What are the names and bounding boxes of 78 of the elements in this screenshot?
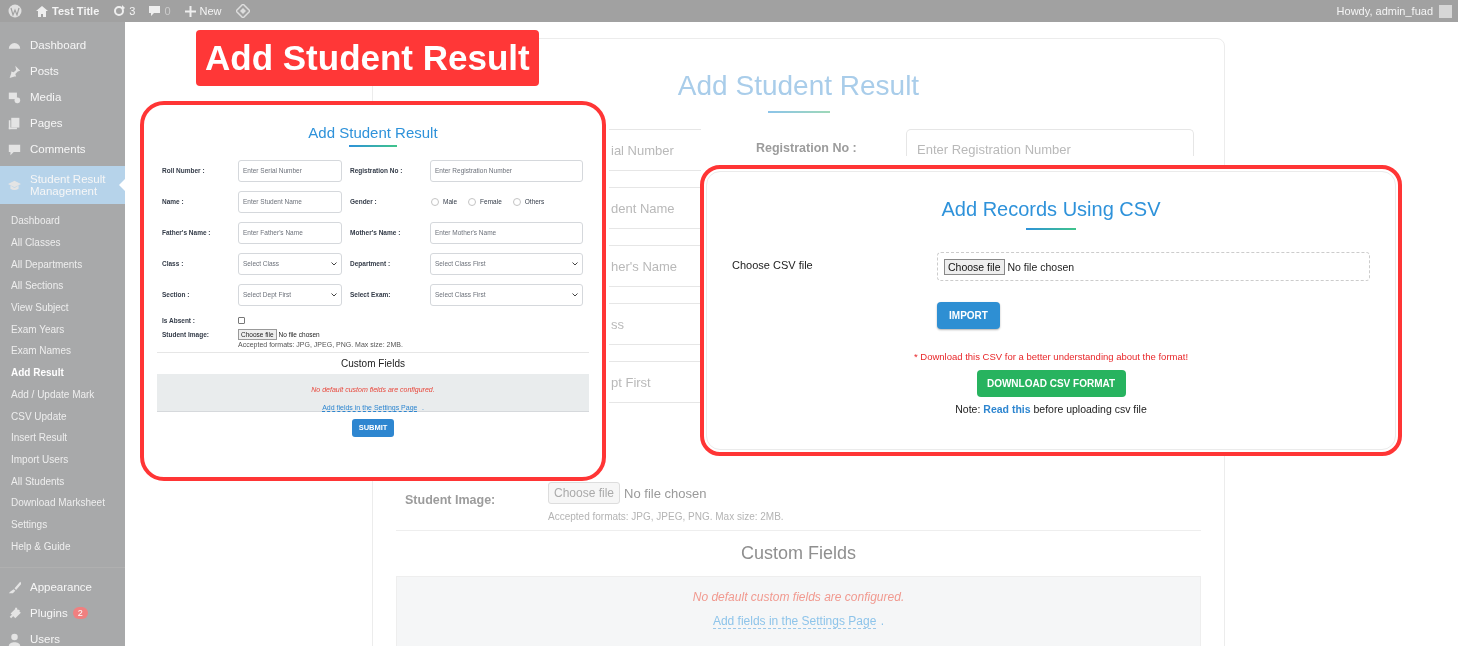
speech-bubble-icon xyxy=(149,5,161,17)
submenu-item[interactable]: Add / Update Mark xyxy=(0,383,125,406)
settings-link[interactable]: Add fields in the Settings Page xyxy=(712,614,877,629)
submenu-item[interactable]: All Sections xyxy=(0,275,125,297)
site-title-link[interactable]: Test Title xyxy=(52,5,100,17)
import-button[interactable]: IMPORT xyxy=(937,302,1000,329)
card-title: Add Records Using CSV xyxy=(940,197,1162,221)
file-hint: Accepted formats: JPG, JPEG, PNG. Max size: 2MB. xyxy=(548,511,785,522)
field-label: Registration No : xyxy=(756,140,858,157)
link-suffix: . xyxy=(880,614,885,628)
brush-icon xyxy=(8,580,21,594)
input-field[interactable]: ial Number xyxy=(609,129,701,171)
download-hint: * Download this CSV for a better understanding about the format! xyxy=(912,351,1190,362)
sidebar-item[interactable]: Posts xyxy=(0,58,125,84)
greeting-link[interactable]: Howdy, admin_fuad xyxy=(1336,5,1433,17)
field-label: Student Image: xyxy=(405,492,497,507)
avatar-icon[interactable] xyxy=(1439,4,1452,18)
pin-icon xyxy=(8,64,21,78)
home-icon xyxy=(36,5,48,17)
file-status: No file chosen xyxy=(624,485,707,501)
sidebar-item[interactable]: Pages xyxy=(0,110,125,136)
plug-icon xyxy=(8,606,21,620)
file-drop-field[interactable]: Choose file No file chosen xyxy=(937,252,1370,281)
banner-title: Add Student Result xyxy=(196,30,539,86)
submenu-item[interactable]: Settings xyxy=(0,513,125,536)
form-title: Add Student Result xyxy=(676,70,921,102)
submenu-item[interactable]: View Subject xyxy=(0,296,125,319)
input-field[interactable]: Enter Registration Number xyxy=(906,129,1194,156)
submenu-item[interactable]: Insert Result xyxy=(0,426,125,449)
file-status: No file chosen xyxy=(1007,260,1075,273)
choose-file-button[interactable]: Choose file xyxy=(944,258,1005,275)
wordpress-logo-icon[interactable] xyxy=(8,4,22,18)
refresh-icon xyxy=(113,5,126,17)
chevron-down-icon xyxy=(572,292,578,297)
chevron-down-icon xyxy=(331,292,337,297)
submenu-item[interactable]: All Classes xyxy=(0,231,125,254)
radio-button[interactable] xyxy=(468,197,477,206)
section-title: Custom Fields xyxy=(740,543,857,564)
diamond-icon[interactable] xyxy=(235,4,250,18)
submenu-item[interactable]: All Departments xyxy=(0,253,125,276)
sidebar-item[interactable]: Users xyxy=(0,626,125,646)
submenu-item[interactable]: Exam Names xyxy=(0,340,125,362)
plus-icon xyxy=(184,5,196,17)
photo-icon xyxy=(8,90,21,104)
new-link[interactable]: New xyxy=(184,5,222,17)
update-count-badge: 2 xyxy=(72,607,88,619)
field-label: Choose CSV file xyxy=(732,258,814,273)
upload-note: Note: Read this before uploading csv file xyxy=(954,403,1148,415)
checkbox[interactable] xyxy=(238,317,245,324)
sidebar-item[interactable]: Media xyxy=(0,84,125,110)
graduation-cap-icon xyxy=(8,178,21,192)
sidebar-item[interactable]: Comments xyxy=(0,136,125,162)
speech-bubble-icon xyxy=(8,142,21,156)
radio-button[interactable] xyxy=(512,197,521,206)
sidebar-item[interactable]: Student Result Management xyxy=(0,166,125,204)
submenu-item[interactable]: Exam Years xyxy=(0,318,125,341)
submenu-item[interactable]: Import Users xyxy=(0,448,125,471)
form-title: Add Student Result xyxy=(307,124,439,142)
sidebar-item[interactable]: Plugins 2 xyxy=(0,600,125,626)
sidebar-item[interactable]: Dashboard xyxy=(0,32,125,58)
submenu-item[interactable]: Dashboard xyxy=(0,210,125,232)
submenu-item[interactable]: All Students xyxy=(0,470,125,492)
updates-link[interactable]: 3 xyxy=(113,5,136,17)
download-format-button[interactable]: DOWNLOAD CSV FORMAT xyxy=(976,370,1126,397)
read-this-link[interactable]: Read this xyxy=(983,403,1031,415)
chevron-down-icon xyxy=(572,261,578,266)
submenu-item[interactable]: Help & Guide xyxy=(0,535,125,557)
submenu-item[interactable]: Add Result xyxy=(0,361,125,384)
radio-button[interactable] xyxy=(431,197,439,206)
submenu-item[interactable]: CSV Update xyxy=(0,405,125,427)
chevron-down-icon xyxy=(331,261,337,266)
empty-message: No default custom fields are configured. xyxy=(692,590,905,604)
section-title: Custom Fields xyxy=(340,357,406,369)
sidebar-item[interactable]: Appearance xyxy=(0,574,125,600)
choose-file-button[interactable]: Choose file xyxy=(548,482,621,504)
user-icon xyxy=(8,632,21,646)
submenu-item[interactable]: Download Marksheet xyxy=(0,491,125,514)
pages-icon xyxy=(8,116,21,130)
